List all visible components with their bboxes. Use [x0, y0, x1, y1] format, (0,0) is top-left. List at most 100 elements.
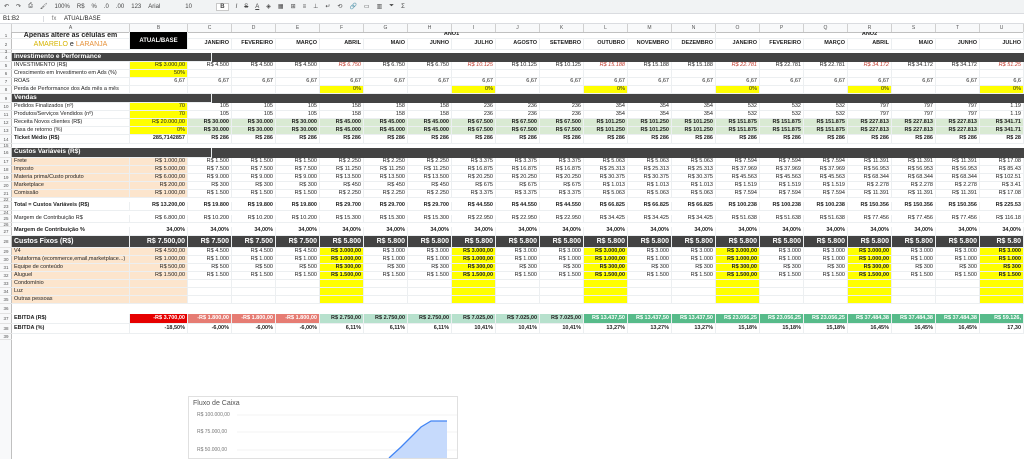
value-cell[interactable] [628, 288, 672, 296]
value-cell[interactable]: R$ 9.000 [232, 174, 276, 182]
value-cell[interactable]: 158 [408, 103, 452, 111]
value-cell[interactable]: R$ 45.563 [760, 174, 804, 182]
value-cell[interactable]: R$ 28 [980, 135, 1024, 144]
value-cell[interactable] [584, 70, 628, 78]
row-label[interactable]: Taxa de retorno (%) [12, 127, 130, 135]
row-header[interactable]: 31 [0, 264, 12, 272]
value-cell[interactable]: R$ 2.250 [320, 158, 364, 166]
value-cell[interactable]: R$ 227.813 [892, 119, 936, 127]
value-cell[interactable]: 34,00% [408, 227, 452, 236]
value-cell[interactable]: R$ 151.875 [760, 119, 804, 127]
value-cell[interactable]: R$ 11.250 [320, 166, 364, 174]
value-cell[interactable]: R$ 100.238 [760, 202, 804, 211]
row-header[interactable]: 29 [0, 248, 12, 256]
value-cell[interactable] [672, 280, 716, 288]
value-cell[interactable] [496, 280, 540, 288]
value-cell[interactable]: R$ 29.700 [408, 202, 452, 211]
value-cell[interactable]: R$ 1.013 [584, 182, 628, 190]
value-cell[interactable]: R$ 67.500 [496, 119, 540, 127]
row-header[interactable]: 13 [0, 127, 12, 135]
value-cell[interactable]: R$ 300 [980, 264, 1024, 272]
value-cell[interactable]: R$ 1.500 [804, 272, 848, 280]
value-cell[interactable]: R$ 30.000 [232, 127, 276, 135]
row-header[interactable]: 32 [0, 272, 12, 280]
value-cell[interactable]: 1.19 [980, 103, 1024, 111]
value-cell[interactable]: 34,00% [276, 227, 320, 236]
value-cell[interactable]: 158 [320, 111, 364, 119]
instruction-text[interactable]: Apenas altere as células em [12, 32, 130, 39]
value-cell[interactable]: R$ 10.125 [540, 62, 584, 70]
value-cell[interactable]: R$ 25.313 [584, 166, 628, 174]
value-cell[interactable]: R$ 1.500 [980, 272, 1024, 280]
column-header[interactable]: N [672, 24, 716, 32]
value-cell[interactable]: 6,67 [936, 78, 980, 86]
value-cell[interactable]: R$ 15.300 [320, 215, 364, 223]
value-cell[interactable]: 236 [496, 111, 540, 119]
value-cell[interactable]: R$ 30.375 [584, 174, 628, 182]
value-cell[interactable]: R$ 34.172 [892, 62, 936, 70]
value-cell[interactable]: R$ 11.250 [408, 166, 452, 174]
value-cell[interactable]: 16,45% [848, 324, 892, 334]
value-cell[interactable]: R$ 1.519 [716, 182, 760, 190]
value-cell[interactable]: -R$ 1.800,00 [276, 314, 320, 324]
value-cell[interactable]: R$ 286 [892, 135, 936, 144]
value-cell[interactable]: R$ 4.500 [188, 248, 232, 256]
value-cell[interactable]: R$ 77.456 [848, 215, 892, 223]
value-cell[interactable]: R$ 286 [760, 135, 804, 144]
value-cell[interactable]: R$ 1.000,00 [848, 256, 892, 264]
value-cell[interactable]: R$ 150.356 [892, 202, 936, 211]
row-header[interactable]: 39 [0, 334, 12, 340]
value-cell[interactable] [188, 296, 232, 304]
value-cell[interactable]: 34,00% [320, 227, 364, 236]
value-cell[interactable]: R$ 100.238 [716, 202, 760, 211]
base-value[interactable]: -18,50% [130, 324, 188, 334]
section-value[interactable]: R$ 7.500 [188, 236, 232, 248]
value-cell[interactable]: 6,67 [848, 78, 892, 86]
value-cell[interactable]: R$ 3.000 [672, 248, 716, 256]
value-cell[interactable]: R$ 300,00 [848, 264, 892, 272]
base-value[interactable]: 70 [130, 103, 188, 111]
value-cell[interactable]: R$ 4.500 [276, 248, 320, 256]
value-cell[interactable]: 236 [496, 103, 540, 111]
column-header[interactable]: F [320, 24, 364, 32]
value-cell[interactable]: 6,11% [408, 324, 452, 334]
value-cell[interactable]: R$ 7.025,00 [496, 314, 540, 324]
value-cell[interactable]: R$ 227.813 [936, 119, 980, 127]
month-header[interactable]: ABRIL [848, 39, 892, 50]
value-cell[interactable]: R$ 15.300 [364, 215, 408, 223]
value-cell[interactable]: 354 [628, 111, 672, 119]
value-cell[interactable]: R$ 4.500 [276, 62, 320, 70]
section-value[interactable]: R$ 5.800 [320, 236, 364, 248]
value-cell[interactable] [672, 296, 716, 304]
column-header[interactable]: H [408, 24, 452, 32]
value-cell[interactable]: 105 [276, 103, 320, 111]
formula-input[interactable]: ATUAL/BASE [64, 16, 101, 22]
font-select[interactable]: Arial [148, 4, 178, 10]
percent-button[interactable]: % [92, 4, 97, 10]
value-cell[interactable]: R$ 30.000 [276, 119, 320, 127]
row-label[interactable]: Comissão [12, 190, 130, 198]
row-label[interactable]: ROAS [12, 78, 130, 86]
value-cell[interactable]: R$ 13.437,50 [584, 314, 628, 324]
value-cell[interactable]: R$ 286 [452, 135, 496, 144]
value-cell[interactable] [892, 296, 936, 304]
value-cell[interactable]: R$ 116.18 [980, 215, 1024, 223]
row-label[interactable]: Receita Novos clientes (R$) [12, 119, 130, 127]
value-cell[interactable]: R$ 4.500 [188, 62, 232, 70]
value-cell[interactable]: -R$ 1.800,00 [188, 314, 232, 324]
value-cell[interactable]: R$ 286 [540, 135, 584, 144]
value-cell[interactable]: 354 [584, 111, 628, 119]
redo-icon[interactable]: ↷ [16, 3, 21, 10]
value-cell[interactable]: R$ 19.800 [276, 202, 320, 211]
row-label[interactable]: Margem de Contribuição R$ [12, 215, 130, 223]
value-cell[interactable]: R$ 300 [892, 264, 936, 272]
value-cell[interactable]: R$ 37.969 [760, 166, 804, 174]
value-cell[interactable]: R$ 45.563 [804, 174, 848, 182]
value-cell[interactable]: R$ 100.238 [804, 202, 848, 211]
section-title[interactable]: Custos Variáveis (R$) [12, 148, 212, 158]
value-cell[interactable]: 6,67 [320, 78, 364, 86]
instruction-colors[interactable]: AMARELO e LARANJA [12, 39, 130, 50]
bold-button[interactable]: B [216, 2, 229, 11]
value-cell[interactable]: R$ 22.950 [452, 215, 496, 223]
value-cell[interactable]: 6,67 [892, 78, 936, 86]
